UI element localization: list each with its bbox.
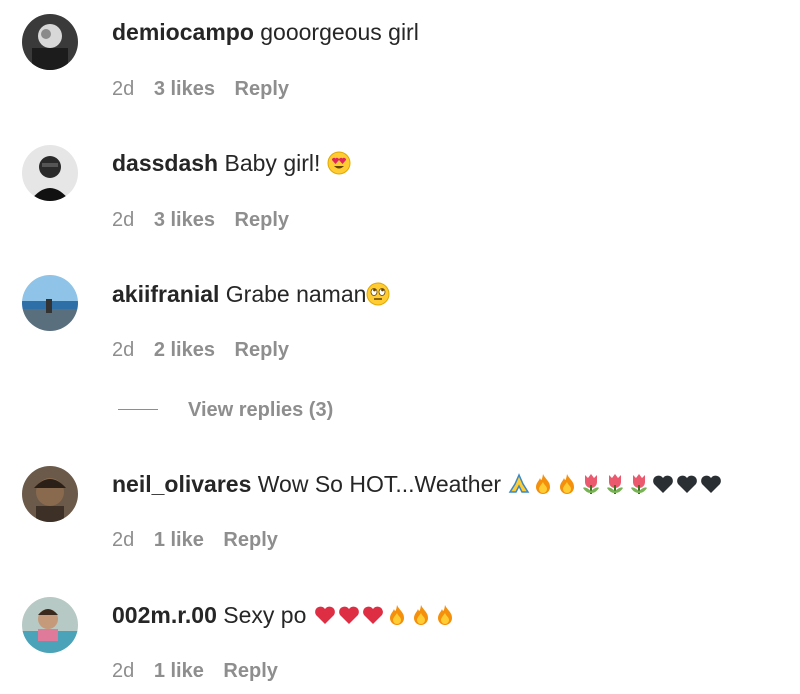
view-replies-label[interactable]: View replies (3) — [188, 399, 333, 421]
divider-line — [118, 409, 158, 410]
avatar[interactable] — [22, 145, 78, 201]
fire-emoji — [385, 603, 409, 627]
view-replies-button[interactable]: View replies (3) — [118, 398, 333, 422]
red-heart-emoji — [337, 603, 361, 627]
comment-likes[interactable]: 2 likes — [154, 339, 215, 361]
comment-meta: 2d 3 likes Reply — [112, 208, 303, 232]
comment-text: Sexy po — [216, 602, 313, 628]
tulip-emoji — [579, 472, 603, 496]
reply-button[interactable]: Reply — [235, 209, 289, 231]
black-heart-emoji — [699, 472, 723, 496]
comment-likes[interactable]: 1 like — [154, 529, 204, 551]
reply-button[interactable]: Reply — [223, 660, 277, 682]
comment-time[interactable]: 2d — [112, 529, 134, 551]
comment-line: 002m.r.00 Sexy po — [112, 600, 457, 630]
comment-time[interactable]: 2d — [112, 78, 134, 100]
folded-hands-emoji — [507, 472, 531, 496]
comment-line: demiocampo gooorgeous girl — [112, 17, 419, 47]
comment-time[interactable]: 2d — [112, 209, 134, 231]
comment-text: Baby girl! — [218, 150, 327, 176]
avatar[interactable] — [22, 597, 78, 653]
avatar[interactable] — [22, 275, 78, 331]
comment-line: neil_olivares Wow So HOT...Weather — [112, 469, 723, 499]
comment-username[interactable]: akiifranial — [112, 281, 219, 307]
tulip-emoji — [627, 472, 651, 496]
eye-roll-emoji — [366, 282, 390, 306]
comment-username[interactable]: neil_olivares — [112, 471, 251, 497]
reply-button[interactable]: Reply — [235, 339, 289, 361]
comment-username[interactable]: 002m.r.00 — [112, 602, 217, 628]
red-heart-emoji — [313, 603, 337, 627]
black-heart-emoji — [675, 472, 699, 496]
fire-emoji — [409, 603, 433, 627]
avatar[interactable] — [22, 14, 78, 70]
red-heart-emoji — [361, 603, 385, 627]
comment-meta: 2d 1 like Reply — [112, 659, 292, 683]
reply-button[interactable]: Reply — [235, 78, 289, 100]
reply-button[interactable]: Reply — [223, 529, 277, 551]
comment-line: akiifranial Grabe naman — [112, 279, 390, 309]
fire-emoji — [531, 472, 555, 496]
tulip-emoji — [603, 472, 627, 496]
heart-eyes-emoji — [327, 151, 351, 175]
comment-meta: 2d 3 likes Reply — [112, 77, 303, 101]
comment-time[interactable]: 2d — [112, 660, 134, 682]
comment-username[interactable]: demiocampo — [112, 19, 254, 45]
comment-meta: 2d 2 likes Reply — [112, 338, 303, 362]
comment-line: dassdash Baby girl! — [112, 148, 351, 178]
comment-meta: 2d 1 like Reply — [112, 528, 292, 552]
comment-likes[interactable]: 3 likes — [154, 209, 215, 231]
fire-emoji — [555, 472, 579, 496]
fire-emoji — [433, 603, 457, 627]
comment-time[interactable]: 2d — [112, 339, 134, 361]
avatar[interactable] — [22, 466, 78, 522]
comment-username[interactable]: dassdash — [112, 150, 218, 176]
black-heart-emoji — [651, 472, 675, 496]
comment-likes[interactable]: 1 like — [154, 660, 204, 682]
comment-text: gooorgeous girl — [253, 19, 419, 45]
comment-text: Wow So HOT...Weather — [251, 471, 508, 497]
comment-likes[interactable]: 3 likes — [154, 78, 215, 100]
comment-text: Grabe naman — [219, 281, 367, 307]
